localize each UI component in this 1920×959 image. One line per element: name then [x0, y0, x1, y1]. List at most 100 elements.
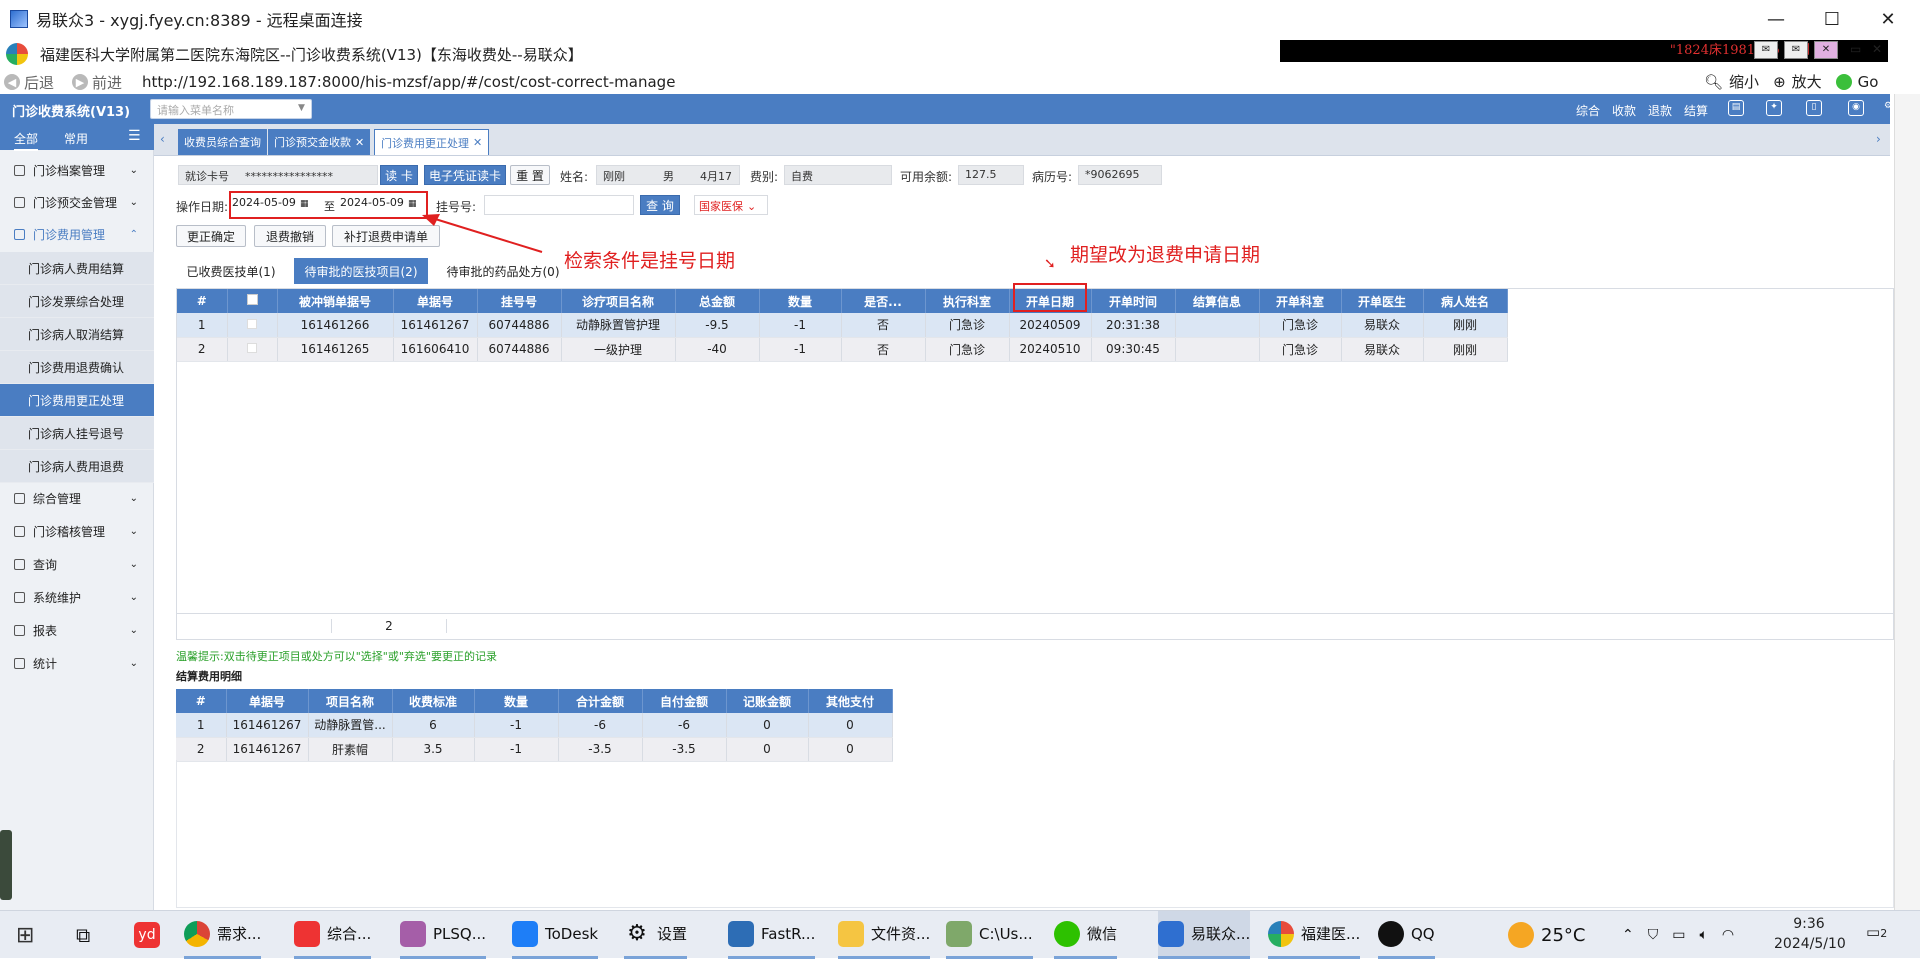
taskbar-wps[interactable]: 综合... — [294, 911, 372, 959]
taskbar-rdp[interactable]: 易联众... — [1158, 911, 1251, 959]
grid2-header-4[interactable]: 数量 — [474, 689, 559, 713]
sidebar-group-general[interactable]: 综合管理 ⌄ — [0, 482, 154, 514]
taskbar-explorer[interactable]: 文件资... — [838, 911, 931, 959]
url-field[interactable]: http://192.168.189.187:8000/his-mzsf/app… — [142, 73, 675, 91]
query-button[interactable]: 查 询 — [640, 195, 680, 215]
weather-widget[interactable]: 25°C — [1508, 911, 1585, 959]
sidebar-item-invoice[interactable]: 门诊发票综合处理 — [0, 285, 154, 318]
table-row[interactable]: 1 161461267 动静脉置管... 6 -1 -6 -6 0 0 — [176, 713, 893, 738]
grid2-header-8[interactable]: 其他支付 — [808, 689, 893, 713]
insurance-select[interactable]: 国家医保 ⌄ — [694, 195, 768, 215]
subtab-pending-drug[interactable]: 待审批的药品处方(0) — [436, 258, 570, 284]
grid1-header-0[interactable]: # — [177, 289, 228, 313]
sidebar-group-query[interactable]: 查询 ⌄ — [0, 548, 154, 580]
sidebar-item-correct[interactable]: 门诊费用更正处理 — [0, 384, 154, 417]
sidebar-group-deposit[interactable]: 门诊预交金管理 ⌄ — [0, 186, 154, 218]
sidebar-item-refund-confirm[interactable]: 门诊费用退费确认 — [0, 351, 154, 384]
taskbar-qq[interactable]: QQ — [1378, 911, 1435, 959]
network-icon[interactable]: ◠ — [1722, 927, 1734, 943]
grid2-header-6[interactable]: 自付金额 — [642, 689, 727, 713]
tab-deposit-receipt[interactable]: 门诊预交金收款 ✕ — [268, 129, 371, 155]
grid2-header-1[interactable]: 单据号 — [226, 689, 309, 713]
grid2-header-0[interactable]: # — [176, 689, 227, 713]
row-checkbox[interactable] — [247, 318, 257, 329]
refund-undo-button[interactable]: 退费撤销 — [254, 225, 326, 247]
menu-search-input[interactable]: 请输入菜单名称 — [150, 99, 312, 119]
tab-cost-correct[interactable]: 门诊费用更正处理 ✕ — [374, 129, 490, 155]
table-row[interactable]: 1 161461266 161461267 60744886 动静脉置管护理 -9.5 -1… — [177, 313, 1508, 338]
print-icon[interactable]: ▤ — [1728, 100, 1744, 116]
grid1-header-2[interactable]: 被冲销单据号 — [277, 289, 394, 313]
vertical-scrollbar[interactable] — [1894, 94, 1920, 910]
correct-confirm-button[interactable]: 更正确定 — [176, 225, 246, 247]
taskbar-fastreport[interactable]: FastR... — [728, 911, 816, 959]
sidebar-group-cost[interactable]: 门诊费用管理 ⌃ — [0, 218, 154, 250]
zoom-out-icon[interactable]: 🔍︎ — [1704, 73, 1723, 91]
clock[interactable]: 9:36 2024/5/10 — [1774, 914, 1846, 954]
sidebar-item-settle[interactable]: 门诊病人费用结算 — [0, 252, 154, 285]
restore-icon[interactable]: ▭ — [1850, 42, 1861, 56]
zoom-out-button[interactable]: 缩小 — [1729, 71, 1759, 92]
taskbar-yd[interactable]: yd — [134, 911, 167, 959]
back-button[interactable]: ◀ 后退 — [0, 72, 54, 93]
plugin-icon[interactable]: ✦ — [1766, 100, 1782, 116]
taskbar-cmd[interactable]: C:\Us... — [946, 911, 1033, 959]
go-icon[interactable] — [1835, 73, 1852, 90]
grid2-header-7[interactable]: 记账金额 — [726, 689, 809, 713]
grid1-header-15[interactable]: 病人姓名 — [1423, 289, 1508, 313]
taskbar-plsql[interactable]: PLSQ... — [400, 911, 487, 959]
grid1-header-7[interactable]: 数量 — [759, 289, 842, 313]
grid1-header-9[interactable]: 执行科室 — [925, 289, 1010, 313]
chevron-up-icon[interactable]: ⌃ — [1622, 927, 1634, 943]
table-row[interactable]: 2 161461267 肝素帽 3.5 -1 -3.5 -3.5 0 0 — [176, 737, 893, 762]
taskbar-wechat[interactable]: 微信 — [1054, 911, 1118, 959]
battery-icon[interactable]: ▭ — [1672, 927, 1685, 943]
sidebar-item-cancel-settle[interactable]: 门诊病人取消结算 — [0, 318, 154, 351]
go-button[interactable]: Go — [1858, 73, 1879, 91]
maximize-button[interactable]: ☐ — [1804, 0, 1860, 38]
close-tab-icon[interactable]: ✕ — [473, 136, 482, 149]
tabs-next-icon[interactable]: › — [1876, 132, 1881, 146]
minimize-button-2[interactable]: — — [1748, 0, 1804, 38]
zoom-in-icon[interactable]: ⊕ — [1773, 73, 1786, 91]
taskbar-chrome[interactable]: 需求... — [184, 911, 262, 959]
grid1-header-12[interactable]: 结算信息 — [1175, 289, 1260, 313]
hamburger-icon[interactable]: ☰ — [128, 128, 141, 144]
close-small-icon[interactable]: ✕ — [1872, 42, 1882, 56]
document-icon[interactable]: ▯ — [1806, 100, 1822, 116]
search-dropdown-icon[interactable]: ▼ — [298, 103, 305, 113]
eye-icon[interactable]: ◉ — [1848, 100, 1864, 116]
subtab-pending-tech[interactable]: 待审批的医技项目(2) — [294, 258, 428, 284]
tabs-prev-icon[interactable]: ‹ — [160, 132, 165, 146]
grid1-header-14[interactable]: 开单医生 — [1341, 289, 1424, 313]
taskbar-todesk[interactable]: ToDesk — [512, 911, 599, 959]
table-row[interactable]: 2 161461265 161606410 60744886 一级护理 -40 -1 否门急诊… — [177, 337, 1508, 362]
sidebar-group-system[interactable]: 系统维护 ⌄ — [0, 581, 154, 613]
taskbar-fujian[interactable]: 福建医... — [1268, 911, 1361, 959]
forward-button[interactable]: ▶ 前进 — [68, 72, 122, 93]
grid1-header-3[interactable]: 单据号 — [393, 289, 478, 313]
grid1-header-6[interactable]: 总金额 — [675, 289, 760, 313]
select-all-checkbox[interactable] — [246, 294, 258, 305]
sidebar-group-report[interactable]: 报表 ⌄ — [0, 614, 154, 646]
read-card-button[interactable]: 读 卡 — [380, 165, 418, 185]
subtab-charged[interactable]: 已收费医技单(1) — [176, 258, 286, 284]
grid1-header-13[interactable]: 开单科室 — [1259, 289, 1342, 313]
taskbar-settings[interactable]: ⚙ 设置 — [624, 911, 688, 959]
grid2-header-3[interactable]: 收费标准 — [392, 689, 475, 713]
mail-icon[interactable]: ✉ — [1754, 41, 1778, 59]
grid1-header-1[interactable] — [227, 289, 278, 313]
row-checkbox[interactable] — [247, 343, 257, 353]
grid2-header-2[interactable]: 项目名称 — [308, 689, 393, 713]
start-button[interactable]: ⊞ — [16, 911, 34, 959]
header-link-收款[interactable]: 收款 — [1612, 102, 1636, 119]
notification-button[interactable]: ▭2 — [1866, 923, 1887, 941]
grid1-header-11[interactable]: 开单时间 — [1091, 289, 1176, 313]
mail-alert-icon[interactable]: ✉ — [1784, 41, 1808, 59]
card-type-select[interactable]: 就诊卡号 **************** — [178, 165, 378, 185]
sidebar-group-audit[interactable]: 门诊稽核管理 ⌄ — [0, 515, 154, 547]
tab-cashier-query[interactable]: 收费员综合查询 — [178, 129, 267, 155]
sidebar-group-archive[interactable]: 门诊档案管理 ⌄ — [0, 154, 154, 186]
grid2-header-5[interactable]: 合计金额 — [558, 689, 643, 713]
reset-button[interactable]: 重 置 — [510, 165, 550, 185]
